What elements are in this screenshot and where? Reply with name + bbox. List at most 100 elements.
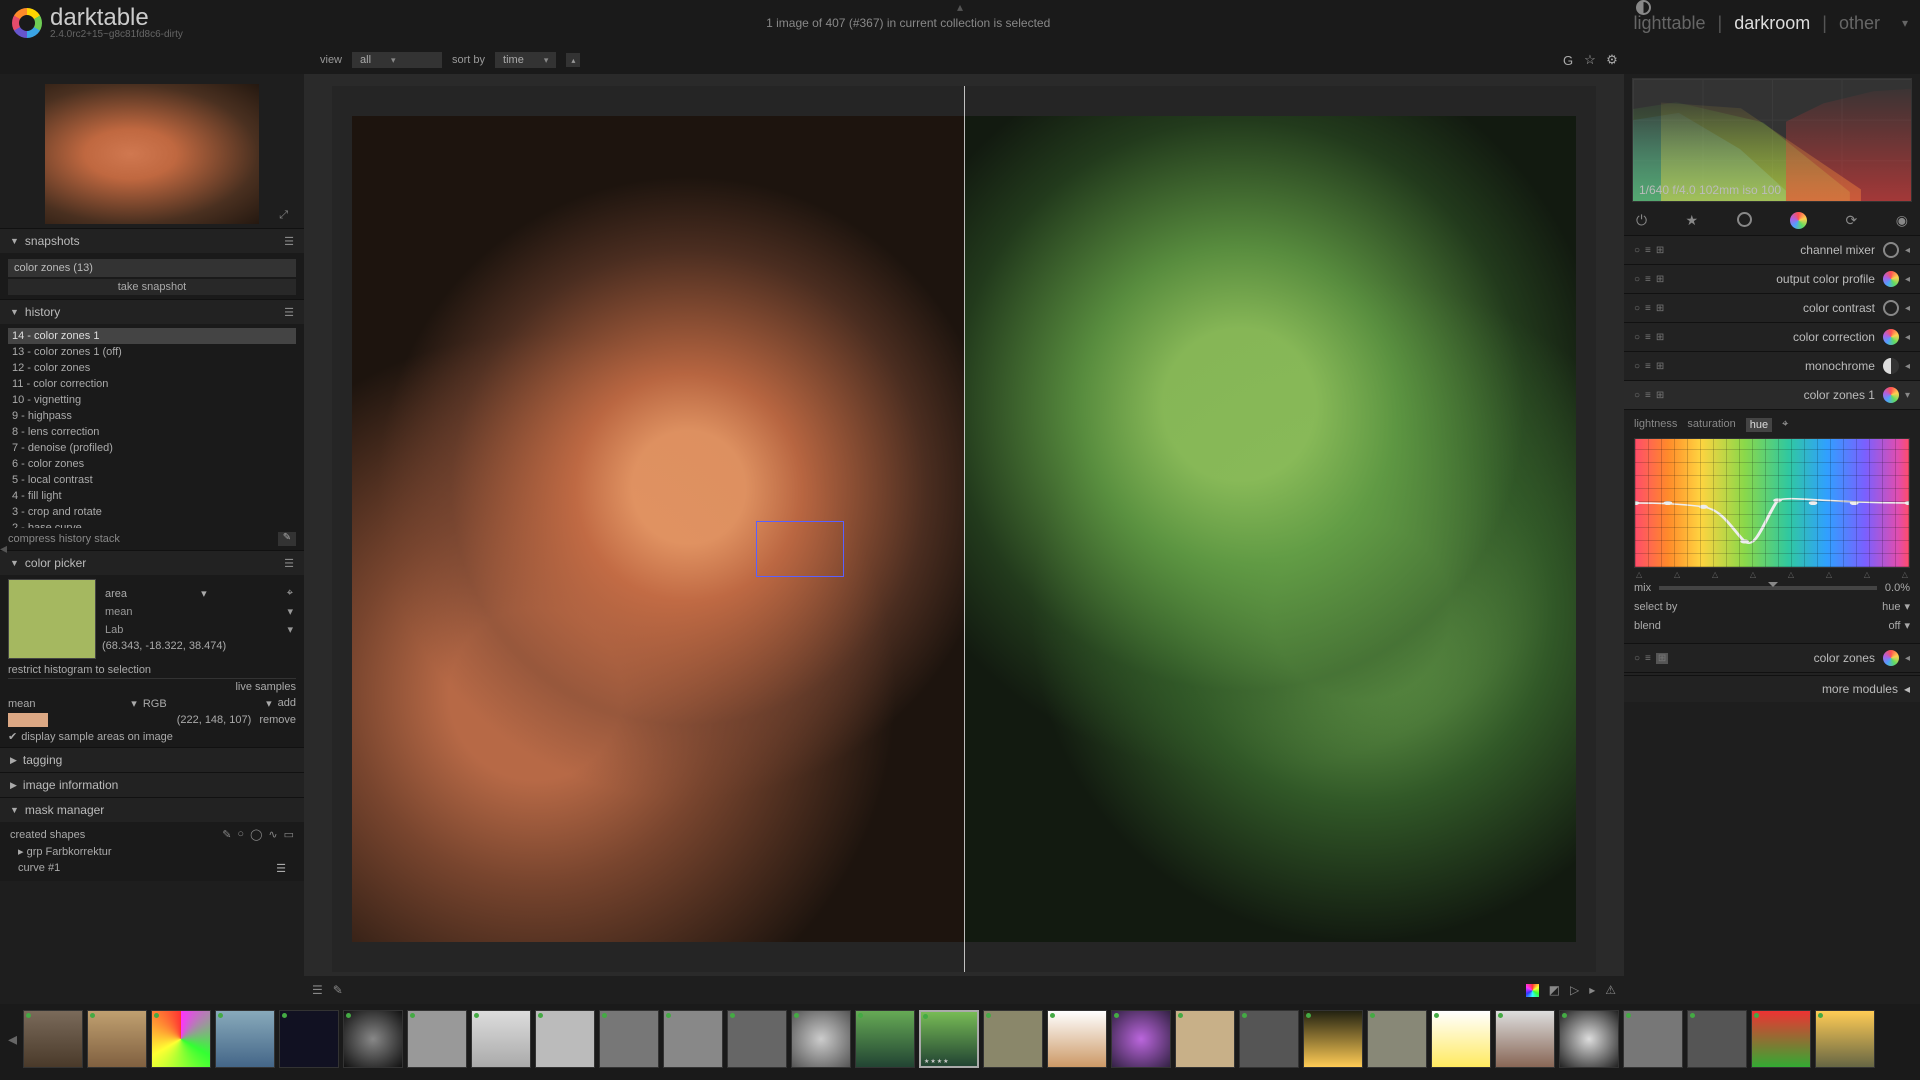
image-canvas-wrapper[interactable] xyxy=(332,86,1596,972)
group-icon[interactable]: G xyxy=(1560,52,1576,68)
history-header[interactable]: ▼history☰ xyxy=(0,300,304,324)
softproof-icon[interactable] xyxy=(1526,984,1539,997)
snapshot-split-line[interactable] xyxy=(964,86,965,972)
filmstrip-thumb[interactable] xyxy=(663,1010,723,1068)
filmstrip-thumb[interactable] xyxy=(1495,1010,1555,1068)
filmstrip-thumb[interactable] xyxy=(1111,1010,1171,1068)
mask-brush-icon[interactable]: ✎ xyxy=(222,828,231,841)
filmstrip-thumb[interactable] xyxy=(983,1010,1043,1068)
modgroup-basic-icon[interactable] xyxy=(1737,212,1752,227)
histogram[interactable]: 1/640 f/4.0 102mm iso 100 xyxy=(1632,78,1912,202)
picker-tool-icon[interactable]: ⌖ xyxy=(287,587,293,600)
remove-sample-button[interactable]: remove xyxy=(259,714,296,726)
tagging-header[interactable]: ▶tagging xyxy=(0,748,304,772)
cz-blend-dropdown[interactable]: off ▾ xyxy=(1888,619,1910,632)
filmstrip-thumb[interactable] xyxy=(407,1010,467,1068)
sort-dropdown[interactable]: time xyxy=(495,52,556,68)
history-item[interactable]: 10 - vignetting xyxy=(8,392,296,408)
history-item[interactable]: 11 - color correction xyxy=(8,376,296,392)
sample-stat-dropdown[interactable]: mean xyxy=(8,698,36,710)
display-samples-checkbox[interactable]: ✔ xyxy=(8,730,17,743)
modgroup-color-icon[interactable] xyxy=(1790,212,1807,229)
filmstrip-thumb[interactable] xyxy=(215,1010,275,1068)
create-style-icon[interactable]: ✎ xyxy=(278,532,296,546)
view-other-menu-icon[interactable]: ▾ xyxy=(1902,16,1908,30)
mask-manager-header[interactable]: ▼mask manager xyxy=(0,798,304,822)
mask-gradient-icon[interactable]: ▭ xyxy=(284,828,294,841)
filmstrip-thumb[interactable] xyxy=(535,1010,595,1068)
view-other[interactable]: other xyxy=(1839,13,1880,34)
history-item[interactable]: 7 - denoise (profiled) xyxy=(8,440,296,456)
view-darkroom[interactable]: darkroom xyxy=(1734,13,1810,34)
history-item[interactable]: 5 - local contrast xyxy=(8,472,296,488)
history-presets-icon[interactable]: ☰ xyxy=(284,306,294,319)
mask-item-menu-icon[interactable]: ☰ xyxy=(276,862,286,875)
view-filter-dropdown[interactable]: all xyxy=(352,52,442,68)
cz-selectby-dropdown[interactable]: hue ▾ xyxy=(1882,600,1910,613)
filmstrip-thumb[interactable] xyxy=(1367,1010,1427,1068)
module-color-zones[interactable]: ○≡⊞ color zones ◂ xyxy=(1624,643,1920,672)
history-item[interactable]: 4 - fill light xyxy=(8,488,296,504)
filmstrip-thumb[interactable] xyxy=(727,1010,787,1068)
colorpicker-header[interactable]: ▼color picker☰ xyxy=(0,551,304,575)
module-monochrome[interactable]: ○≡⊞ monochrome ◂ xyxy=(1624,351,1920,380)
module-channel-mixer[interactable]: ○≡⊞ channel mixer ◂ xyxy=(1624,235,1920,264)
overexposed-icon[interactable]: ▷ xyxy=(1570,983,1579,997)
picker-space-dropdown[interactable]: Lab xyxy=(105,624,123,636)
history-item[interactable]: 14 - color zones 1 xyxy=(8,328,296,344)
history-item[interactable]: 13 - color zones 1 (off) xyxy=(8,344,296,360)
navigation-thumbnail[interactable]: ⤢ xyxy=(0,74,304,228)
take-snapshot-button[interactable]: take snapshot xyxy=(8,279,296,295)
color-picker-region[interactable] xyxy=(756,521,844,577)
history-item[interactable]: 6 - color zones xyxy=(8,456,296,472)
quick-styles-icon[interactable]: ✎ xyxy=(333,983,343,997)
filmstrip-thumb[interactable] xyxy=(599,1010,659,1068)
filmstrip-thumb-selected[interactable] xyxy=(919,1010,979,1068)
sample-space-dropdown[interactable]: RGB xyxy=(143,698,167,710)
modgroup-correct-icon[interactable]: ⟳ xyxy=(1846,212,1858,229)
modgroup-favorites-icon[interactable]: ★ xyxy=(1686,212,1699,229)
mask-ellipse-icon[interactable]: ◯ xyxy=(250,828,262,841)
filmstrip-thumb[interactable] xyxy=(1303,1010,1363,1068)
module-color-contrast[interactable]: ○≡⊞ color contrast ◂ xyxy=(1624,293,1920,322)
filmstrip-thumb[interactable] xyxy=(343,1010,403,1068)
gamut-check-icon[interactable]: ◩ xyxy=(1549,983,1560,997)
snapshots-header[interactable]: ▼snapshots☰ xyxy=(0,229,304,253)
module-output-color-profile[interactable]: ○≡⊞ output color profile ◂ xyxy=(1624,264,1920,293)
cz-tab-lightness[interactable]: lightness xyxy=(1634,418,1677,432)
module-color-correction[interactable]: ○≡⊞ color correction ◂ xyxy=(1624,322,1920,351)
filmstrip-thumb[interactable] xyxy=(471,1010,531,1068)
rawoverexposed-icon[interactable]: ▸ xyxy=(1589,983,1595,997)
filmstrip-thumb[interactable] xyxy=(87,1010,147,1068)
history-item[interactable]: 8 - lens correction xyxy=(8,424,296,440)
filmstrip-thumb[interactable] xyxy=(1239,1010,1299,1068)
top-panel-handle[interactable]: ▴ xyxy=(957,0,963,14)
warning-icon[interactable]: ⚠ xyxy=(1605,983,1616,997)
mask-curve-item[interactable]: curve #1 xyxy=(18,862,60,875)
history-item[interactable]: 9 - highpass xyxy=(8,408,296,424)
picker-stat-dropdown[interactable]: mean xyxy=(105,606,133,618)
module-color-zones-1[interactable]: ○≡⊞ color zones 1 ▾ xyxy=(1624,380,1920,409)
sort-direction-button[interactable]: ▴ xyxy=(566,53,580,67)
filmstrip-thumb[interactable] xyxy=(151,1010,211,1068)
filmstrip-thumb[interactable] xyxy=(1751,1010,1811,1068)
mask-path-icon[interactable]: ∿ xyxy=(268,828,277,841)
nav-expand-icon[interactable]: ⤢ xyxy=(279,209,288,222)
mask-group-item[interactable]: ▸ grp Farbkorrektur xyxy=(8,843,296,860)
filmstrip-thumb[interactable] xyxy=(23,1010,83,1068)
filmstrip-thumb[interactable] xyxy=(1687,1010,1747,1068)
compress-history-button[interactable]: compress history stack xyxy=(8,533,278,545)
history-item[interactable]: 3 - crop and rotate xyxy=(8,504,296,520)
mask-circle-icon[interactable]: ○ xyxy=(237,828,244,841)
filmstrip-thumb[interactable] xyxy=(1623,1010,1683,1068)
quick-presets-icon[interactable]: ☰ xyxy=(312,983,323,997)
filmstrip-prev-icon[interactable]: ◂ xyxy=(6,1029,19,1050)
star-overlay-icon[interactable]: ☆ xyxy=(1582,52,1598,68)
snapshot-item[interactable]: color zones (13) xyxy=(8,259,296,277)
restrict-histogram-label[interactable]: restrict histogram to selection xyxy=(8,662,296,678)
colorpicker-presets-icon[interactable]: ☰ xyxy=(284,557,294,570)
cz-curve-editor[interactable] xyxy=(1634,438,1910,568)
more-modules-button[interactable]: more modules◂ xyxy=(1624,675,1920,702)
view-lighttable[interactable]: lighttable xyxy=(1633,13,1705,34)
cz-tab-hue[interactable]: hue xyxy=(1746,418,1772,432)
